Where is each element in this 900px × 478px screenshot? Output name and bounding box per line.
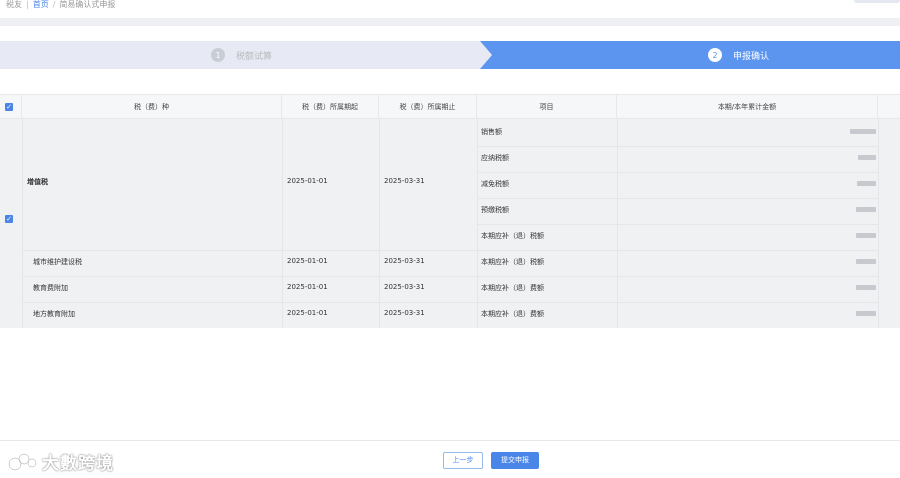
table-body: ✓ 增值税 2025-01-01 2025-03-31 销售额 应纳税额 减免税…: [0, 119, 900, 328]
header-period-start: 税（费）所属期起: [282, 95, 379, 119]
breadcrumb-separator: |: [26, 0, 29, 9]
period-end: 2025-03-31: [384, 257, 425, 265]
vat-item-tax-reduction: 减免税额: [481, 180, 509, 188]
row-checkbox[interactable]: ✓: [5, 215, 13, 223]
grid-line: [22, 119, 23, 328]
grid-line: [477, 146, 878, 147]
item-label: 本期应补（退）费额: [481, 284, 544, 292]
header-checkbox-cell: [0, 95, 22, 119]
tax-type-urban-construction: 城市维护建设税: [33, 258, 82, 266]
vat-item-tax-payable: 应纳税额: [481, 154, 509, 162]
breadcrumb-home-link[interactable]: 首页: [33, 0, 49, 9]
footer-bar: 上一步 提交申报: [0, 440, 900, 478]
declaration-table: ✓ 税（费）种 税（费）所属期起 税（费）所属期止 项目 本期/本年累计金额 ✓…: [0, 94, 900, 328]
header-period-end: 税（费）所属期止: [379, 95, 477, 119]
period-start: 2025-01-01: [287, 257, 328, 265]
breadcrumb-current: 简易确认式申报: [59, 0, 116, 9]
tax-type-local-education-surcharge: 地方教育附加: [33, 310, 75, 318]
period-end: 2025-03-31: [384, 283, 425, 291]
previous-step-button[interactable]: 上一步: [443, 452, 483, 469]
watermark-logo-icon: [8, 452, 37, 471]
table-header: ✓ 税（费）种 税（费）所属期起 税（费）所属期止 项目 本期/本年累计金额: [0, 94, 900, 119]
top-right-tab: [854, 0, 900, 3]
grid-line: [477, 198, 878, 199]
amount-redacted: [856, 233, 876, 238]
step-progress: 1 税额试算 2 申报确认: [0, 41, 900, 69]
period-start: 2025-01-01: [287, 283, 328, 291]
amount-redacted: [850, 129, 876, 134]
item-label: 本期应补（退）税额: [481, 258, 544, 266]
tax-type-vat: 增值税: [27, 178, 48, 186]
grid-line: [22, 302, 878, 303]
step-declaration-confirm[interactable]: 2 申报确认: [480, 41, 900, 69]
vat-period-start: 2025-01-01: [287, 177, 328, 185]
step-label: 税额试算: [236, 51, 273, 62]
grid-line: [477, 172, 878, 173]
header-item: 项目: [477, 95, 617, 119]
grid-line: [282, 119, 283, 328]
step-number: 1: [211, 48, 225, 62]
period-start: 2025-01-01: [287, 309, 328, 317]
breadcrumb-root[interactable]: 税友: [6, 0, 22, 9]
breadcrumb-separator: /: [52, 0, 56, 9]
vat-period-end: 2025-03-31: [384, 177, 425, 185]
grid-line: [22, 276, 878, 277]
top-bar: 税友 | 首页 / 简易确认式申报: [0, 0, 900, 18]
header-tax-type: 税（费）种: [22, 95, 282, 119]
grid-line: [477, 224, 878, 225]
amount-redacted: [856, 207, 876, 212]
step-tax-calculation[interactable]: 1 税额试算: [0, 41, 492, 69]
breadcrumb: 税友 | 首页 / 简易确认式申报: [6, 0, 115, 10]
tax-type-education-surcharge: 教育费附加: [33, 284, 68, 292]
watermark: 大數跨境: [8, 449, 114, 474]
watermark-text: 大數跨境: [42, 454, 114, 474]
grid-line: [878, 119, 879, 328]
vat-item-prepaid-tax: 预缴税额: [481, 206, 509, 214]
amount-redacted: [856, 311, 876, 316]
item-label: 本期应补（退）费额: [481, 310, 544, 318]
amount-redacted: [856, 285, 876, 290]
amount-redacted: [857, 181, 876, 186]
step-label: 申报确认: [733, 51, 770, 62]
vat-item-sales: 销售额: [481, 128, 502, 136]
header-amount: 本期/本年累计金额: [617, 95, 878, 119]
grid-line: [22, 250, 878, 251]
amount-redacted: [858, 155, 876, 160]
grid-line: [379, 119, 380, 328]
amount-redacted: [856, 259, 876, 264]
vat-item-tax-due: 本期应补（退）税额: [481, 232, 544, 240]
period-end: 2025-03-31: [384, 309, 425, 317]
submit-declaration-button[interactable]: 提交申报: [491, 452, 539, 469]
step-number: 2: [708, 48, 722, 62]
